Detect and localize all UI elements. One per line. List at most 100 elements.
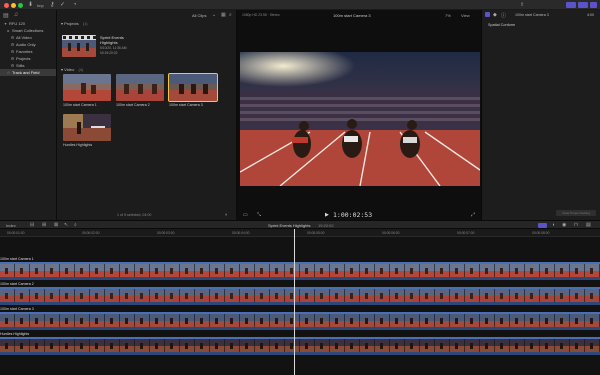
photos-icon[interactable]: ♫: [14, 12, 19, 18]
sync-icon[interactable]: ◔: [73, 2, 77, 9]
zoom-window-button[interactable]: [18, 2, 23, 8]
inspector-panel: ◆ ⓘ 100m start Camera 3 4:00 Spatial Con…: [482, 10, 600, 220]
playhead[interactable]: [294, 229, 295, 375]
zoom-dropdown[interactable]: 7%: [445, 13, 451, 18]
filmstrip-frame: [270, 339, 285, 352]
filmstrip-frame: [345, 289, 360, 302]
audio-inspector-icon[interactable]: ◆: [493, 12, 497, 18]
solo-icon[interactable]: ◉: [562, 222, 566, 228]
chevron-down-icon[interactable]: ⌄: [212, 12, 216, 18]
filmstrip-frame: [135, 339, 150, 352]
timeline-ruler[interactable]: 00:00:01:00 00:00:02:00 00:00:03:00 00:0…: [0, 229, 600, 237]
key-icon[interactable]: ⚷: [50, 2, 54, 9]
filmstrip-frame: [495, 314, 510, 327]
sidebar-item-projects[interactable]: ⚙ Projects: [0, 55, 56, 62]
disclosure-icon[interactable]: ▾: [61, 67, 63, 72]
project-item[interactable]: Sprint Events Highlights 5/10/20, 11:36 …: [62, 32, 172, 60]
check-icon[interactable]: ✓: [60, 2, 65, 9]
filmstrip-frame: [45, 339, 60, 352]
video-section-header[interactable]: ▾ Video (4): [57, 66, 237, 74]
select-tool-icon[interactable]: ↖: [64, 222, 68, 228]
sidebar-item-audio-only[interactable]: ⚙ Audio Only: [0, 41, 56, 48]
sidebar-item-stills[interactable]: ⚙ Stills: [0, 62, 56, 69]
crop-icon[interactable]: ▭: [243, 212, 248, 218]
filmstrip-frame: [30, 314, 45, 327]
minimize-window-button[interactable]: [11, 2, 16, 8]
filmstrip-frame: [210, 314, 225, 327]
search-icon[interactable]: ⌕: [229, 12, 232, 18]
info-inspector-icon[interactable]: ⓘ: [501, 12, 506, 19]
filmstrip-frame: [195, 314, 210, 327]
insert-clip-icon[interactable]: ⊞: [42, 222, 46, 228]
audio-skimming-icon[interactable]: ◗: [552, 222, 555, 228]
view-dropdown[interactable]: View: [461, 13, 470, 18]
clip-audio: [0, 352, 600, 355]
clip-appearance-icon[interactable]: ▤: [586, 222, 591, 228]
filmstrip-frame: [270, 314, 285, 327]
append-clip-icon[interactable]: ⊟: [30, 222, 34, 228]
library-name: RFU 120: [9, 21, 26, 26]
timeline-clip-camera-2[interactable]: 100m start Camera 2: [0, 282, 600, 307]
slider-icon[interactable]: ◐: [225, 212, 228, 218]
video-inspector-icon[interactable]: [485, 12, 490, 17]
transform-icon[interactable]: ⤡: [257, 212, 261, 218]
sidebar-item-all-video[interactable]: ⚙ All Video: [0, 34, 56, 41]
projects-section-header[interactable]: ▾ Projects (1): [57, 20, 236, 28]
filmstrip-frame: [75, 264, 90, 277]
index-button[interactable]: Index: [6, 223, 16, 228]
settings-icon[interactable]: ▦: [221, 12, 226, 18]
filmstrip-frame: [15, 289, 30, 302]
close-window-button[interactable]: [4, 2, 9, 8]
disclosure-icon[interactable]: ▾: [2, 20, 9, 27]
filmstrip-frame: [150, 339, 165, 352]
filmstrip-frame: [375, 264, 390, 277]
filmstrip-frame: [270, 289, 285, 302]
library-item[interactable]: ▾ RFU 120: [0, 20, 56, 27]
overwrite-clip-icon[interactable]: ⊠: [54, 222, 58, 228]
share-icon[interactable]: ⇧: [520, 2, 524, 9]
sidebar-item-track-and-field[interactable]: ☆ Track and Field: [0, 69, 56, 76]
filmstrip-frame: [165, 339, 180, 352]
filmstrip-frame: [60, 314, 75, 327]
fullscreen-icon[interactable]: ⤢: [471, 212, 475, 218]
sidebar-item-favorites[interactable]: ⚙ Favorites: [0, 48, 56, 55]
projects-count: (1): [82, 21, 88, 26]
filmstrip-frame: [405, 314, 420, 327]
filmstrip-frame: [0, 264, 15, 277]
skimming-toggle[interactable]: [538, 223, 547, 228]
clip-image: [63, 114, 111, 141]
toggle-inspector-button[interactable]: [590, 2, 597, 8]
zoom-icon[interactable]: ⌕: [74, 222, 77, 228]
ruler-tick: 00:00:06:00: [382, 231, 400, 235]
filmstrip-frame: [525, 264, 540, 277]
gear-icon: ⚙: [10, 63, 15, 68]
video-frame[interactable]: [240, 52, 480, 186]
libraries-icon[interactable]: ▤: [3, 12, 9, 19]
clear-project-setting-button[interactable]: Clear Project Setting: [556, 210, 596, 216]
timeline-clip-hurdles[interactable]: Hurdles Highlights: [0, 332, 600, 357]
filmstrip-frame: [495, 264, 510, 277]
sidebar-item-smart-collections[interactable]: ▸ Smart Collections: [0, 27, 56, 34]
filmstrip-frame: [165, 289, 180, 302]
clip-filter-dropdown[interactable]: All Clips: [192, 13, 206, 18]
snapping-icon[interactable]: ⊓: [574, 222, 578, 228]
ruler-tick: 00:00:05:00: [307, 231, 325, 235]
filmstrip-frame: [60, 339, 75, 352]
gear-icon: ⚙: [10, 56, 15, 61]
disclosure-icon[interactable]: ▾: [61, 21, 63, 26]
filmstrip-frame: [555, 264, 570, 277]
filmstrip-frame: [150, 264, 165, 277]
filmstrip-frame: [555, 314, 570, 327]
timeline-clip-camera-1[interactable]: 100m start Camera 1: [0, 257, 600, 282]
filmstrip-frame: [255, 264, 270, 277]
play-icon[interactable]: ▶: [325, 212, 329, 218]
timeline-clip-camera-3[interactable]: 100m start Camera 3: [0, 307, 600, 332]
toggle-timeline-button[interactable]: [578, 2, 588, 8]
filmstrip-frame: [210, 289, 225, 302]
import-icon[interactable]: ⬇: [28, 2, 33, 9]
filmstrip-frame: [480, 289, 495, 302]
toggle-browser-button[interactable]: [566, 2, 576, 8]
browser-panel: All Clips ⌄ ▦ ⌕ ▾ Projects (1) Sprint Ev…: [57, 10, 237, 220]
filmstrip-frame: [540, 264, 555, 277]
filmstrip-frame: [195, 264, 210, 277]
